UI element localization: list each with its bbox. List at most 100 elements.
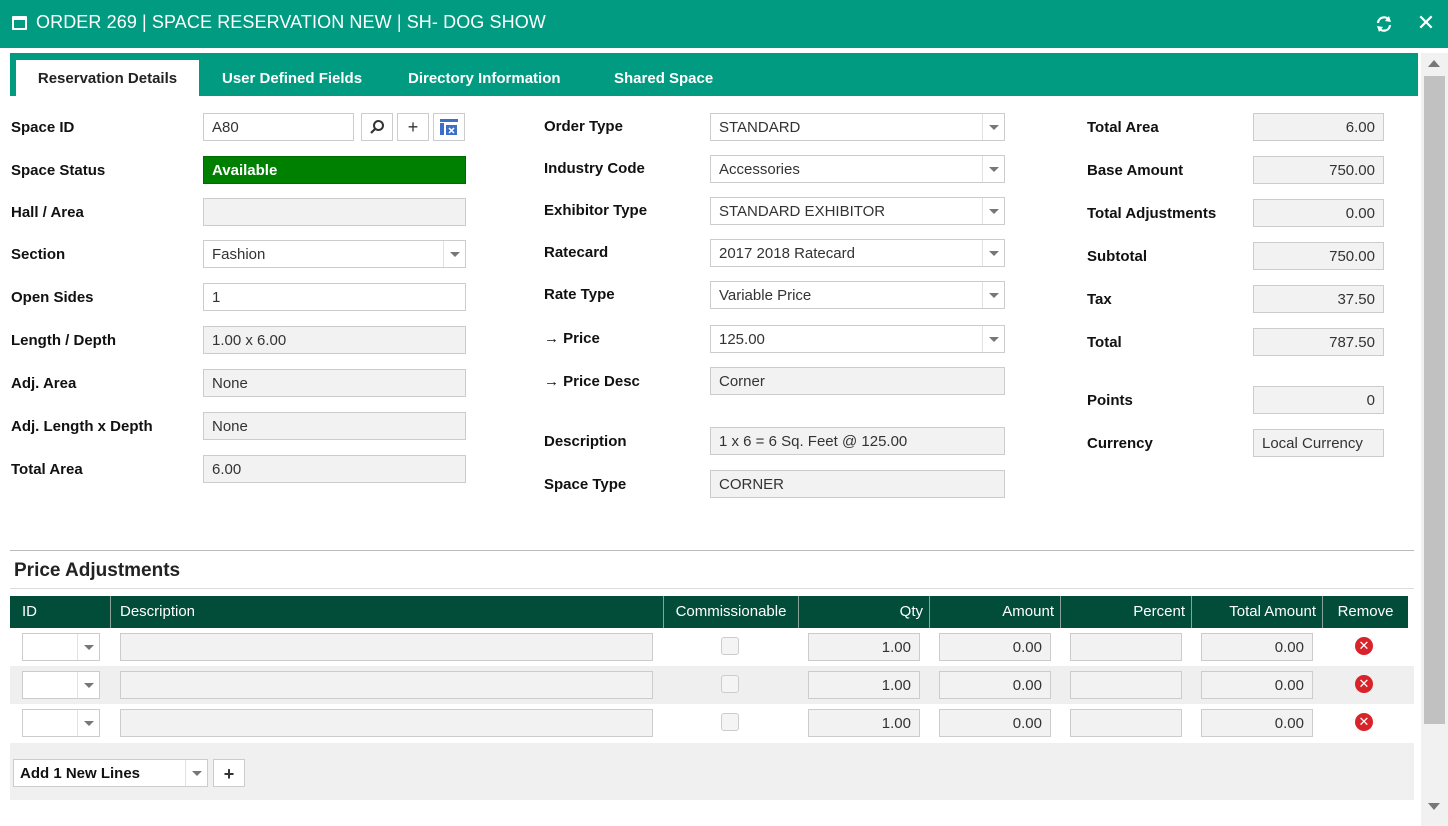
row-total-amount-field: 0.00 (1201, 671, 1313, 699)
tab-user-defined-fields[interactable]: User Defined Fields (222, 60, 362, 96)
price-desc-field: Corner (710, 367, 1005, 395)
row-percent-field[interactable] (1070, 633, 1182, 661)
row-percent-field[interactable] (1070, 671, 1182, 699)
row-description-field[interactable] (120, 671, 653, 699)
adj-area-label: Adj. Area (11, 375, 77, 392)
ratecard-select[interactable]: 2017 2018 Ratecard (710, 239, 1005, 267)
price-adjustments-title: Price Adjustments (14, 560, 181, 581)
row-id-select[interactable] (22, 671, 100, 699)
col-percent[interactable]: Percent (1061, 596, 1192, 628)
hall-area-field (203, 198, 466, 226)
length-depth-label: Length / Depth (11, 332, 116, 349)
row-qty-field[interactable]: 1.00 (808, 671, 920, 699)
add-lines-select[interactable]: Add 1 New Lines (13, 759, 208, 787)
table-row: 1.00 0.00 0.00 ✕ (10, 704, 1414, 742)
row-total-amount-field: 0.00 (1201, 709, 1313, 737)
space-id-field[interactable]: A80 (203, 113, 354, 141)
open-sides-field[interactable]: 1 (203, 283, 466, 311)
row-qty-field[interactable]: 1.00 (808, 633, 920, 661)
add-button[interactable]: + (397, 113, 429, 141)
row-commissionable-checkbox[interactable] (721, 637, 739, 655)
right-total-area-label: Total Area (1087, 119, 1159, 136)
col-qty[interactable]: Qty (799, 596, 930, 628)
row-amount-field[interactable]: 0.00 (939, 633, 1051, 661)
table-row: 1.00 0.00 0.00 ✕ (10, 628, 1414, 666)
exhibitor-type-label: Exhibitor Type (544, 202, 648, 219)
price-select[interactable]: 125.00 (710, 325, 1005, 353)
row-percent-field[interactable] (1070, 709, 1182, 737)
row-id-select[interactable] (22, 633, 100, 661)
col-id[interactable]: ID (10, 596, 111, 628)
rate-type-select[interactable]: Variable Price (710, 281, 1005, 309)
col-remove[interactable]: Remove (1323, 596, 1408, 628)
row-description-field[interactable] (120, 633, 653, 661)
col-amount[interactable]: Amount (930, 596, 1061, 628)
chevron-down-icon[interactable] (982, 282, 1004, 308)
chevron-down-icon[interactable] (185, 760, 207, 786)
ratecard-label: Ratecard (544, 244, 609, 261)
scroll-up-icon[interactable] (1428, 60, 1440, 67)
chevron-down-icon[interactable] (77, 710, 99, 736)
chevron-down-icon[interactable] (77, 672, 99, 698)
points-field: 0 (1253, 386, 1384, 414)
add-lines-button[interactable]: + (213, 759, 245, 787)
window-icon (12, 16, 27, 30)
exhibitor-type-select[interactable]: STANDARD EXHIBITOR (710, 197, 1005, 225)
grid-header: ID Description Commissionable Qty Amount… (10, 596, 1408, 628)
space-id-label: Space ID (11, 119, 75, 136)
total-adjustments-label: Total Adjustments (1087, 205, 1217, 222)
scroll-down-icon[interactable] (1428, 803, 1440, 810)
floorplan-icon (440, 119, 458, 135)
description-label: Description (544, 433, 627, 450)
tab-shared-space[interactable]: Shared Space (614, 60, 713, 96)
adj-area-field: None (203, 369, 466, 397)
remove-icon[interactable]: ✕ (1355, 713, 1373, 731)
price-label: → Price (544, 330, 600, 347)
row-commissionable-checkbox[interactable] (721, 675, 739, 693)
space-status-label: Space Status (11, 162, 106, 179)
total-adjustments-field: 0.00 (1253, 199, 1384, 227)
chevron-down-icon[interactable] (982, 198, 1004, 224)
search-icon (370, 120, 384, 134)
col-description[interactable]: Description (111, 596, 664, 628)
remove-icon[interactable]: ✕ (1355, 675, 1373, 693)
section-select[interactable]: Fashion (203, 240, 466, 268)
scrollbar-thumb[interactable] (1424, 76, 1445, 724)
tab-reservation-details[interactable]: Reservation Details (16, 60, 199, 96)
space-type-label: Space Type (544, 476, 627, 493)
row-description-field[interactable] (120, 709, 653, 737)
close-icon[interactable]: ✕ (1414, 11, 1438, 35)
refresh-icon[interactable] (1372, 12, 1396, 36)
chevron-down-icon[interactable] (982, 156, 1004, 182)
table-row: 1.00 0.00 0.00 ✕ (10, 666, 1414, 704)
industry-code-select[interactable]: Accessories (710, 155, 1005, 183)
chevron-down-icon[interactable] (982, 240, 1004, 266)
tab-directory-information[interactable]: Directory Information (408, 60, 561, 96)
row-amount-field[interactable]: 0.00 (939, 709, 1051, 737)
col-total-amount[interactable]: Total Amount (1192, 596, 1323, 628)
chevron-down-icon[interactable] (443, 241, 465, 267)
grid-footer: Add 1 New Lines + (10, 743, 1414, 800)
row-amount-field[interactable]: 0.00 (939, 671, 1051, 699)
currency-label: Currency (1087, 435, 1153, 452)
row-commissionable-checkbox[interactable] (721, 713, 739, 731)
points-label: Points (1087, 392, 1133, 409)
base-amount-field: 750.00 (1253, 156, 1384, 184)
col-commissionable[interactable]: Commissionable (664, 596, 799, 628)
chevron-down-icon[interactable] (77, 634, 99, 660)
remove-icon[interactable]: ✕ (1355, 637, 1373, 655)
chevron-down-icon[interactable] (982, 326, 1004, 352)
chevron-down-icon[interactable] (982, 114, 1004, 140)
order-type-select[interactable]: STANDARD (710, 113, 1005, 141)
description-field: 1 x 6 = 6 Sq. Feet @ 125.00 (710, 427, 1005, 455)
total-area-label: Total Area (11, 461, 83, 478)
total-area-field: 6.00 (203, 455, 466, 483)
total-label: Total (1087, 334, 1122, 351)
row-id-select[interactable] (22, 709, 100, 737)
space-type-field: CORNER (710, 470, 1005, 498)
row-qty-field[interactable]: 1.00 (808, 709, 920, 737)
search-button[interactable] (361, 113, 393, 141)
right-total-area-field: 6.00 (1253, 113, 1384, 141)
floorplan-button[interactable] (433, 113, 465, 141)
subtotal-label: Subtotal (1087, 248, 1147, 265)
